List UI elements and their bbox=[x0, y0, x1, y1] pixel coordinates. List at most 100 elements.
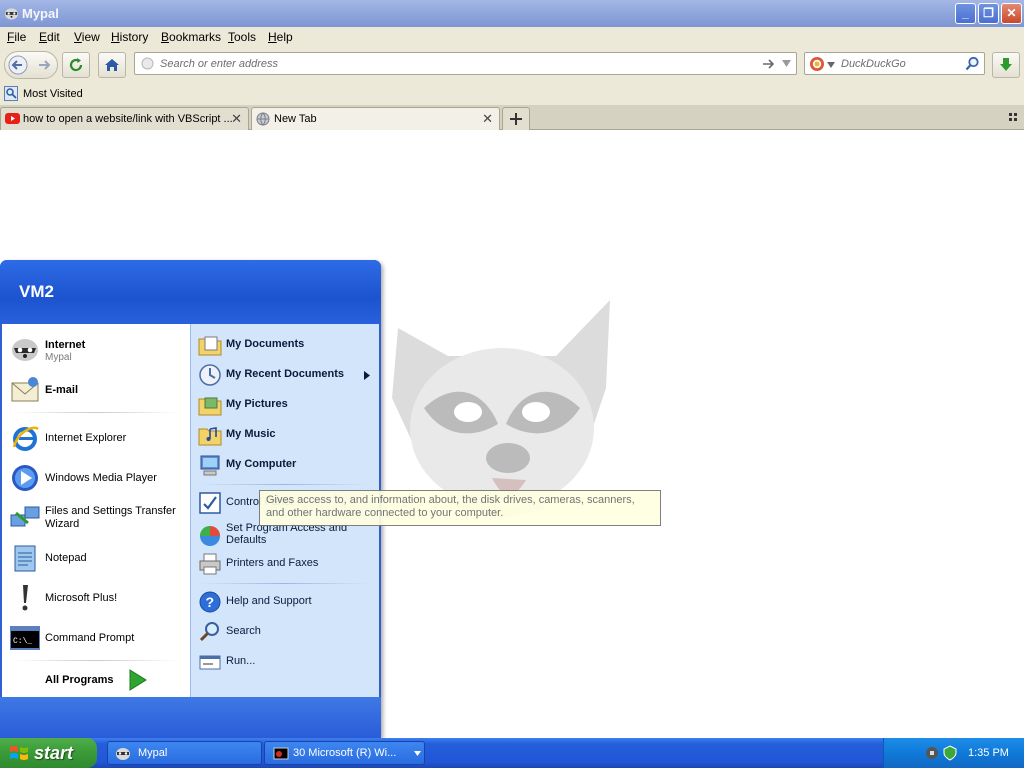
go-arrow-icon[interactable] bbox=[761, 57, 775, 71]
search-item[interactable]: Search bbox=[191, 618, 380, 646]
computer-icon bbox=[200, 455, 220, 476]
program-label-line2: Wizard bbox=[45, 518, 80, 530]
submenu-arrow-icon bbox=[364, 371, 370, 380]
home-button[interactable] bbox=[98, 52, 126, 78]
mypal-raccoon-icon bbox=[12, 339, 38, 361]
menu-bookmarks[interactable]: Bookmarks bbox=[161, 30, 221, 44]
tab-label: New Tab bbox=[274, 113, 317, 125]
tab-new-tab[interactable]: New Tab ✕ bbox=[251, 107, 500, 130]
pinned-internet[interactable]: Internet Mypal bbox=[2, 332, 190, 368]
task-label: 30 Microsoft (R) Wi... bbox=[293, 747, 397, 759]
taskbar-item-mypal[interactable]: Mypal bbox=[107, 741, 262, 765]
plus-icon bbox=[510, 113, 522, 125]
help-icon: ? bbox=[199, 591, 221, 613]
url-bar[interactable]: Search or enter address bbox=[134, 52, 797, 75]
forward-arrow-icon[interactable] bbox=[36, 57, 52, 73]
downloads-button[interactable] bbox=[992, 52, 1020, 78]
group-dropdown-icon[interactable] bbox=[414, 751, 421, 756]
all-programs-label: All Programs bbox=[45, 674, 114, 686]
minimize-button[interactable]: _ bbox=[955, 3, 976, 24]
mypal-raccoon-watermark-icon bbox=[392, 300, 610, 518]
all-programs-button[interactable]: All Programs bbox=[2, 666, 190, 694]
folder-music-icon bbox=[198, 427, 222, 446]
place-my-computer[interactable]: My Computer bbox=[191, 451, 380, 479]
reload-icon bbox=[69, 58, 83, 72]
recent-internet-explorer[interactable]: Internet Explorer bbox=[2, 420, 190, 456]
place-my-pictures[interactable]: My Pictures bbox=[191, 391, 380, 419]
reload-button[interactable] bbox=[62, 52, 90, 78]
program-label: Windows Media Player bbox=[45, 472, 157, 484]
program-label: Files and Settings Transfer bbox=[45, 505, 176, 517]
recent-notepad[interactable]: Notepad bbox=[2, 540, 190, 576]
search-engine-dropdown-icon[interactable] bbox=[827, 62, 835, 68]
folder-pictures-icon bbox=[198, 397, 222, 416]
tab-close-icon[interactable]: ✕ bbox=[482, 111, 493, 127]
run-icon bbox=[199, 655, 221, 670]
recent-microsoft-plus[interactable]: Microsoft Plus! bbox=[2, 580, 190, 616]
restore-button[interactable]: ❐ bbox=[978, 3, 999, 24]
tab-label: how to open a website/link with VBScript… bbox=[23, 113, 233, 125]
program-label: Command Prompt bbox=[45, 632, 135, 644]
tab-close-icon[interactable]: ✕ bbox=[231, 111, 242, 127]
recent-files-settings-transfer[interactable]: Files and Settings Transfer Wizard bbox=[2, 500, 190, 536]
user-name: VM2 bbox=[19, 282, 54, 301]
recent-documents-icon bbox=[199, 364, 221, 386]
separator bbox=[12, 412, 180, 413]
recent-windows-media-player[interactable]: Windows Media Player bbox=[2, 460, 190, 496]
start-button[interactable]: start bbox=[0, 738, 97, 768]
tab-youtube[interactable]: how to open a website/link with VBScript… bbox=[0, 107, 249, 130]
mypal-raccoon-icon bbox=[4, 8, 19, 20]
separator bbox=[199, 583, 369, 584]
youtube-icon bbox=[5, 113, 20, 124]
place-my-recent-documents[interactable]: My Recent Documents bbox=[191, 361, 380, 389]
url-dropdown-icon[interactable] bbox=[781, 59, 792, 68]
network-icon[interactable] bbox=[924, 745, 940, 761]
menu-history[interactable]: History bbox=[111, 30, 148, 44]
start-menu-header: VM2 bbox=[0, 260, 381, 324]
clock[interactable]: 1:35 PM bbox=[968, 747, 1009, 759]
back-arrow-icon[interactable] bbox=[8, 55, 28, 75]
printer-icon bbox=[199, 553, 221, 575]
most-visited-label: Most Visited bbox=[23, 88, 83, 100]
pinned-email[interactable]: E-mail bbox=[2, 372, 190, 408]
menu-help[interactable]: Help bbox=[268, 30, 293, 44]
command-prompt-icon: C:\_ bbox=[10, 626, 40, 650]
help-and-support[interactable]: ? Help and Support bbox=[191, 588, 380, 616]
close-icon: ✕ bbox=[1006, 6, 1017, 20]
run-item[interactable]: Run... bbox=[191, 648, 380, 676]
recent-command-prompt[interactable]: C:\_ Command Prompt bbox=[2, 620, 190, 656]
place-my-documents[interactable]: My Documents bbox=[191, 331, 380, 359]
my-computer-tooltip: Gives access to, and information about, … bbox=[259, 490, 661, 526]
taskbar-item-command-window[interactable]: 30 Microsoft (R) Wi... bbox=[264, 741, 425, 765]
menu-bar: File Edit View History Bookmarks Tools H… bbox=[0, 27, 1024, 47]
folder-documents-icon bbox=[198, 336, 222, 356]
close-button[interactable]: ✕ bbox=[1001, 3, 1022, 24]
search-bar[interactable]: DuckDuckGo bbox=[804, 52, 985, 75]
tab-list-grid-icon[interactable] bbox=[1009, 113, 1018, 122]
program-access-icon bbox=[200, 526, 220, 546]
separator bbox=[12, 660, 180, 661]
menu-tools[interactable]: Tools bbox=[228, 30, 256, 44]
duckduckgo-icon[interactable] bbox=[809, 56, 825, 72]
separator bbox=[199, 484, 369, 485]
title-bar[interactable]: Mypal _ ❐ ✕ bbox=[0, 0, 1024, 27]
menu-file[interactable]: File bbox=[7, 30, 26, 44]
search-icon[interactable] bbox=[965, 56, 980, 71]
tab-strip: how to open a website/link with VBScript… bbox=[0, 105, 1024, 130]
security-shield-icon[interactable] bbox=[942, 745, 958, 761]
help-label: Search bbox=[226, 625, 261, 637]
task-label: Mypal bbox=[138, 747, 168, 759]
place-label: My Pictures bbox=[226, 398, 288, 410]
navigation-toolbar: Search or enter address DuckDuckGo bbox=[0, 47, 1024, 83]
system-printers-faxes[interactable]: Printers and Faxes bbox=[191, 550, 380, 578]
program-label: Microsoft Plus! bbox=[45, 592, 118, 604]
system-label-line2: Defaults bbox=[226, 534, 267, 546]
place-my-music[interactable]: My Music bbox=[191, 421, 380, 449]
minimize-icon: _ bbox=[962, 6, 969, 20]
most-visited-icon bbox=[4, 86, 18, 101]
program-label: Internet Explorer bbox=[45, 432, 127, 444]
menu-edit[interactable]: Edit bbox=[39, 30, 60, 44]
notepad-icon bbox=[14, 545, 36, 572]
new-tab-button[interactable] bbox=[502, 107, 530, 130]
menu-view[interactable]: View bbox=[74, 30, 100, 44]
